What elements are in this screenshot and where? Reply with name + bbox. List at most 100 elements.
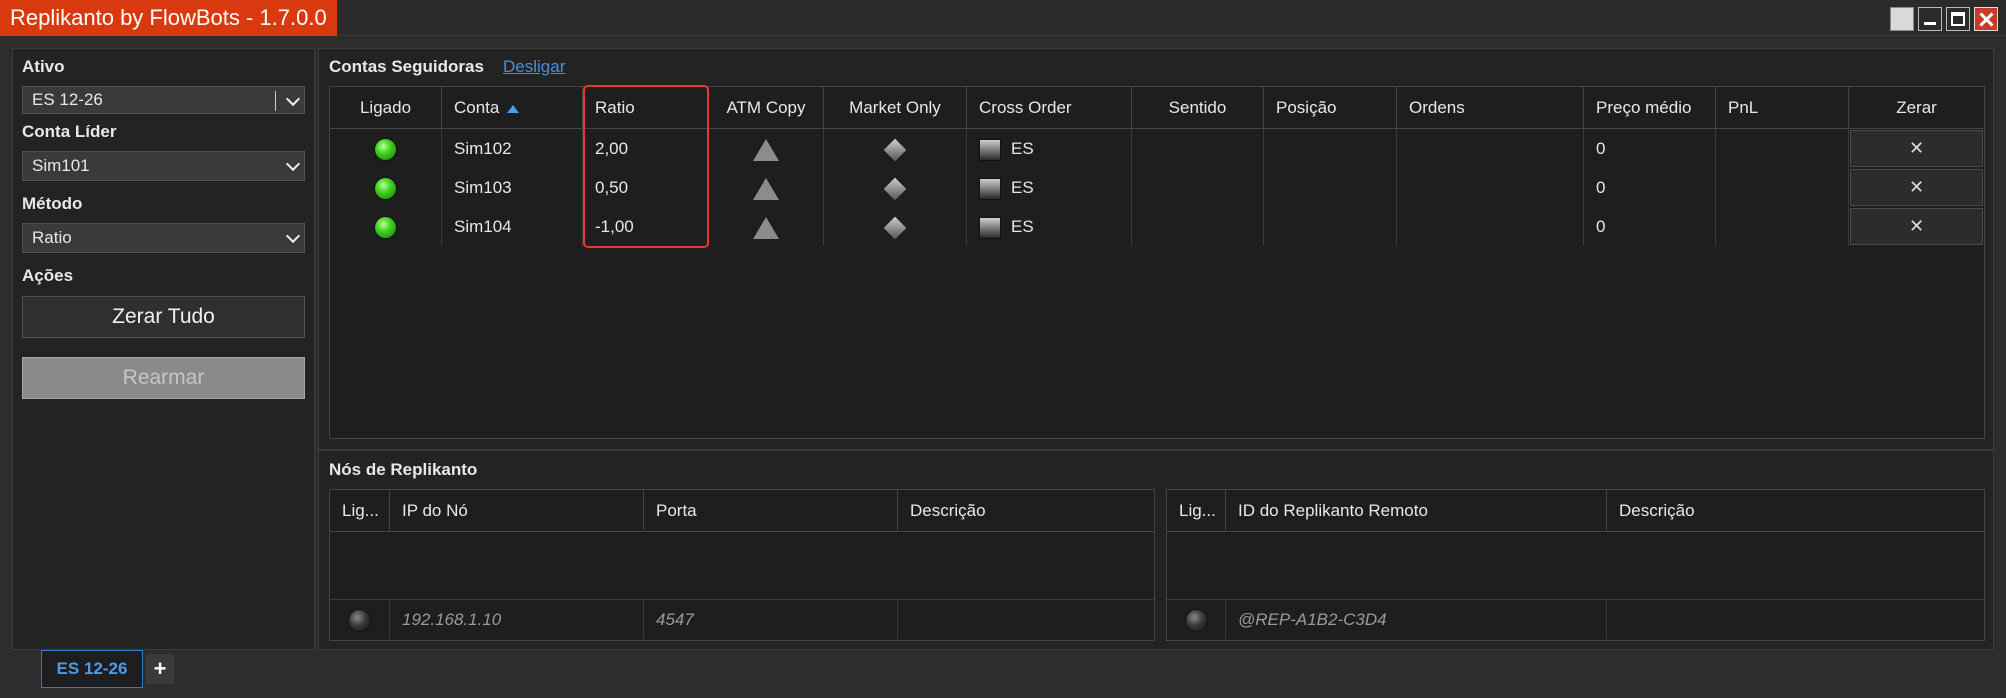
conta-lider-select[interactable]: Sim101	[22, 151, 305, 181]
ativo-combo[interactable]: ES 12-26	[22, 86, 305, 114]
row2-zerar-button[interactable]: ✕	[1850, 169, 1983, 206]
col-ligado[interactable]: Ligado	[330, 87, 442, 129]
col-cross-order[interactable]: Cross Order	[967, 87, 1132, 129]
col-lig[interactable]: Lig...	[330, 490, 390, 532]
metodo-value: Ratio	[32, 228, 72, 247]
tab-es-12-26[interactable]: ES 12-26	[41, 650, 143, 688]
col-atm-copy[interactable]: ATM Copy	[709, 87, 824, 129]
ratio-highlight	[583, 85, 709, 248]
triangle-up-icon[interactable]	[753, 177, 779, 200]
row2-ordens	[1397, 168, 1584, 207]
row1-sentido	[1132, 129, 1264, 168]
row3-atm[interactable]	[709, 207, 824, 246]
row2-conta: Sim103	[442, 168, 583, 207]
main-panel: Contas Seguidoras Desligar Ligado Conta …	[318, 48, 1994, 650]
row1-atm[interactable]	[709, 129, 824, 168]
conta-lider-value: Sim101	[32, 156, 90, 175]
window-controls	[1890, 7, 1998, 31]
row1-posicao	[1264, 129, 1397, 168]
chevron-down-icon	[285, 156, 301, 172]
square-toggle-icon[interactable]	[979, 216, 1001, 239]
row3-market[interactable]	[824, 207, 967, 246]
row2-pnl	[1716, 168, 1849, 207]
status-led-on-icon[interactable]	[375, 217, 396, 239]
diamond-icon[interactable]	[883, 138, 907, 161]
contas-seguidoras-title: Contas Seguidoras	[329, 57, 484, 76]
maximize-icon[interactable]	[1946, 7, 1970, 31]
col-pnl[interactable]: PnL	[1716, 87, 1849, 129]
row1-zerar-button[interactable]: ✕	[1850, 130, 1983, 167]
row3-posicao	[1264, 207, 1397, 246]
row2-cross-label: ES	[1011, 178, 1034, 197]
metodo-label: Método	[22, 194, 83, 213]
row2-cross[interactable]: ES	[967, 168, 1132, 207]
col-ordens[interactable]: Ordens	[1397, 87, 1584, 129]
conta-lider-label: Conta Líder	[22, 122, 117, 141]
row1-cross-label: ES	[1011, 139, 1034, 158]
new-node-descricao[interactable]	[898, 600, 1154, 639]
col-preco-medio[interactable]: Preço médio	[1584, 87, 1716, 129]
diamond-icon[interactable]	[883, 177, 907, 200]
row3-ligado[interactable]	[330, 207, 442, 246]
row1-conta: Sim102	[442, 129, 583, 168]
col-market-only[interactable]: Market Only	[824, 87, 967, 129]
row3-zerar-button[interactable]: ✕	[1850, 208, 1983, 245]
title-bar: Replikanto by FlowBots - 1.7.0.0	[0, 0, 2006, 36]
diamond-icon[interactable]	[883, 216, 907, 239]
row2-posicao	[1264, 168, 1397, 207]
row3-conta: Sim104	[442, 207, 583, 246]
chevron-down-icon[interactable]	[285, 91, 301, 107]
section-divider	[319, 449, 1993, 451]
col-zerar[interactable]: Zerar	[1849, 87, 1984, 129]
status-led-off-icon[interactable]	[349, 610, 370, 632]
row1-preco: 0	[1584, 129, 1716, 168]
new-remote-led[interactable]	[1167, 600, 1226, 639]
row2-sentido	[1132, 168, 1264, 207]
col-remote-id[interactable]: ID do Replikanto Remoto	[1226, 490, 1607, 532]
row3-cross[interactable]: ES	[967, 207, 1132, 246]
metodo-select[interactable]: Ratio	[22, 223, 305, 253]
col-remote-descricao[interactable]: Descrição	[1607, 490, 1984, 532]
new-remote-descricao[interactable]	[1607, 600, 1984, 639]
new-node-porta[interactable]: 4547	[644, 600, 898, 639]
ativo-label: Ativo	[22, 57, 65, 76]
zerar-tudo-button[interactable]: Zerar Tudo	[22, 296, 305, 338]
status-led-off-icon[interactable]	[1185, 610, 1207, 632]
row1-ordens	[1397, 129, 1584, 168]
row1-ligado[interactable]	[330, 129, 442, 168]
ativo-value: ES 12-26	[32, 90, 103, 109]
row1-market[interactable]	[824, 129, 967, 168]
new-node-led[interactable]	[330, 600, 390, 639]
col-posicao[interactable]: Posição	[1264, 87, 1397, 129]
col-conta[interactable]: Conta	[442, 87, 583, 129]
new-remote-id[interactable]: @REP-A1B2-C3D4	[1226, 600, 1607, 639]
col-descricao[interactable]: Descrição	[898, 490, 1154, 532]
status-led-on-icon[interactable]	[375, 139, 396, 161]
row3-preco: 0	[1584, 207, 1716, 246]
add-tab-button[interactable]: +	[146, 654, 174, 684]
nos-title: Nós de Replikanto	[329, 460, 478, 479]
row2-ligado[interactable]	[330, 168, 442, 207]
row2-market[interactable]	[824, 168, 967, 207]
triangle-up-icon[interactable]	[753, 138, 779, 161]
restore-icon[interactable]	[1890, 7, 1914, 31]
close-icon[interactable]	[1974, 7, 1998, 31]
col-remote-lig[interactable]: Lig...	[1167, 490, 1226, 532]
minimize-icon[interactable]	[1918, 7, 1942, 31]
new-node-ip[interactable]: 192.168.1.10	[390, 600, 644, 639]
combo-separator	[275, 91, 276, 111]
col-porta[interactable]: Porta	[644, 490, 898, 532]
triangle-up-icon[interactable]	[753, 216, 779, 239]
col-sentido[interactable]: Sentido	[1132, 87, 1264, 129]
nos-local-grid: Lig... IP do Nó Porta Descrição 192.168.…	[329, 489, 1155, 641]
row1-cross[interactable]: ES	[967, 129, 1132, 168]
seguidoras-grid: Ligado Conta Ratio ATM Copy Market Only …	[329, 85, 1985, 439]
row2-atm[interactable]	[709, 168, 824, 207]
desligar-link[interactable]: Desligar	[503, 57, 565, 77]
square-toggle-icon[interactable]	[979, 177, 1001, 200]
rearmar-button[interactable]: Rearmar	[22, 357, 305, 399]
row2-preco: 0	[1584, 168, 1716, 207]
col-ip[interactable]: IP do Nó	[390, 490, 644, 532]
square-toggle-icon[interactable]	[979, 138, 1001, 161]
status-led-on-icon[interactable]	[375, 178, 396, 200]
